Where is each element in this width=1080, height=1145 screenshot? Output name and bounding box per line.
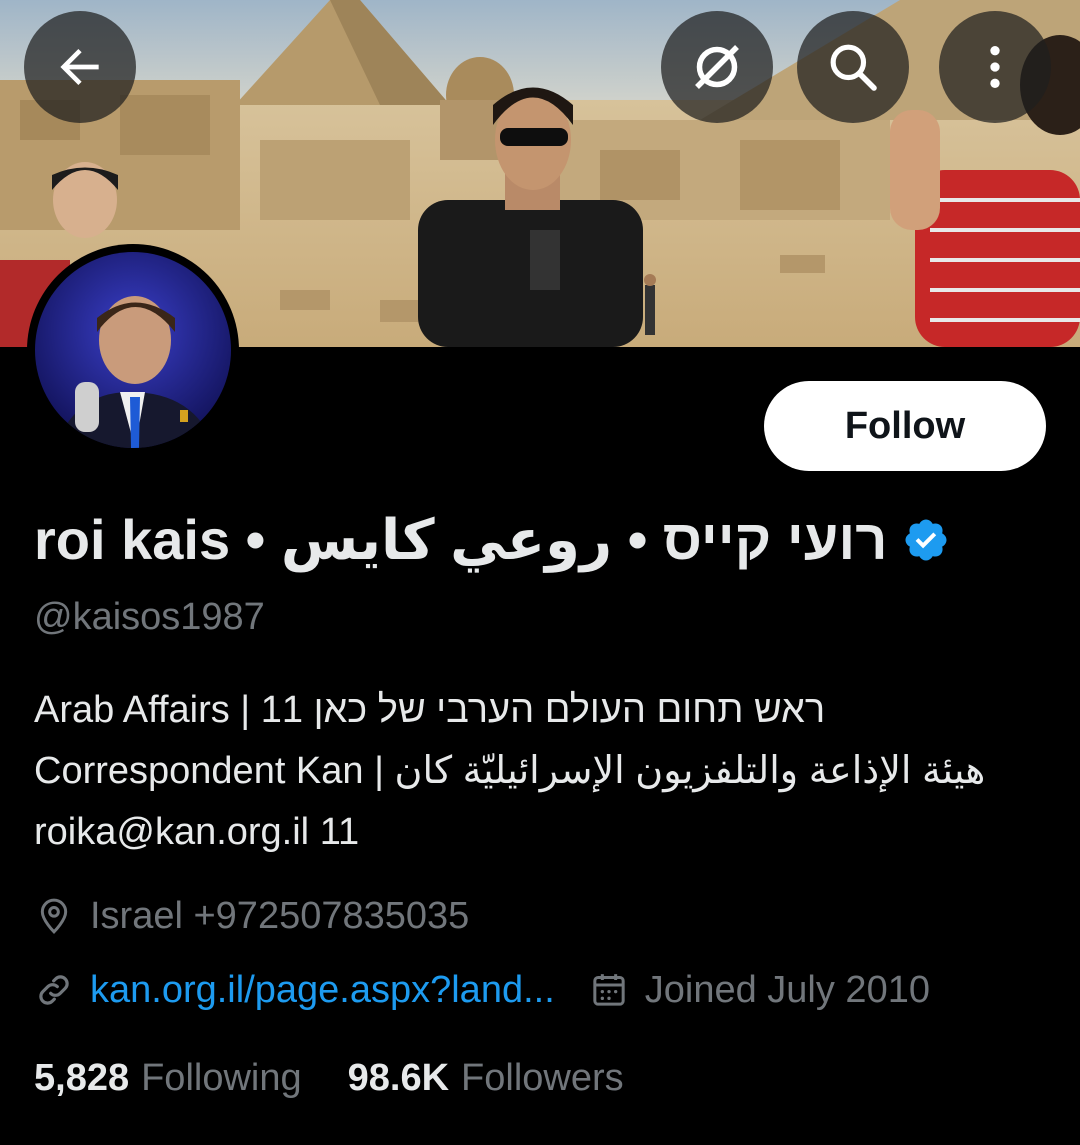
following-count: 5,828 — [34, 1057, 130, 1099]
avatar[interactable] — [27, 244, 239, 456]
user-handle: @kaisos1987 — [34, 596, 265, 638]
follow-button[interactable]: Follow — [764, 381, 1046, 471]
joined-text: Joined July 2010 — [644, 969, 930, 1011]
avatar-photo — [35, 252, 231, 448]
location-row: Israel +972507835035 — [34, 893, 469, 939]
location-pin-icon — [40, 898, 68, 934]
profile-website-link[interactable]: kan.org.il/page.aspx?land... — [90, 967, 555, 1013]
bio-line-2: Correspondent Kan | هيئة الإذاعة والتلفز… — [34, 750, 986, 792]
bio-line-1: ראש תחום העולם הערבי של כאן 11 | Arab Af… — [34, 689, 826, 731]
grok-button[interactable] — [661, 11, 773, 123]
display-name: roi kais • רועי קייס • روعي كايس — [34, 508, 888, 571]
link-icon — [39, 975, 69, 1005]
link-joined-row: kan.org.il/page.aspx?land... Joined July… — [34, 967, 930, 1013]
following-stat[interactable]: 5,828 Following — [34, 1055, 302, 1101]
more-vertical-icon — [990, 46, 1000, 88]
search-icon — [830, 44, 877, 91]
verified-badge-icon[interactable] — [902, 516, 950, 564]
followers-count: 98.6K — [347, 1057, 450, 1099]
calendar-icon — [593, 974, 625, 1006]
grok-icon — [695, 45, 739, 89]
joined-date: Joined July 2010 — [589, 967, 930, 1013]
followers-label: Followers — [461, 1057, 624, 1099]
display-name-row: roi kais • רועי קייס • روعي كايس — [34, 505, 950, 575]
following-label: Following — [141, 1057, 302, 1099]
back-button[interactable] — [24, 11, 136, 123]
arrow-left-icon — [60, 49, 99, 85]
followers-stat[interactable]: 98.6K Followers — [348, 1055, 624, 1101]
follow-stats: 5,828 Following 98.6K Followers — [34, 1055, 624, 1101]
bio-line-3: 11 roika@kan.org.il — [34, 811, 360, 853]
profile-bio: ראש תחום העולם הערבי של כאן 11 | Arab Af… — [34, 680, 1034, 863]
more-options-button[interactable] — [939, 11, 1051, 123]
search-button[interactable] — [797, 11, 909, 123]
location-text: Israel +972507835035 — [90, 895, 470, 937]
